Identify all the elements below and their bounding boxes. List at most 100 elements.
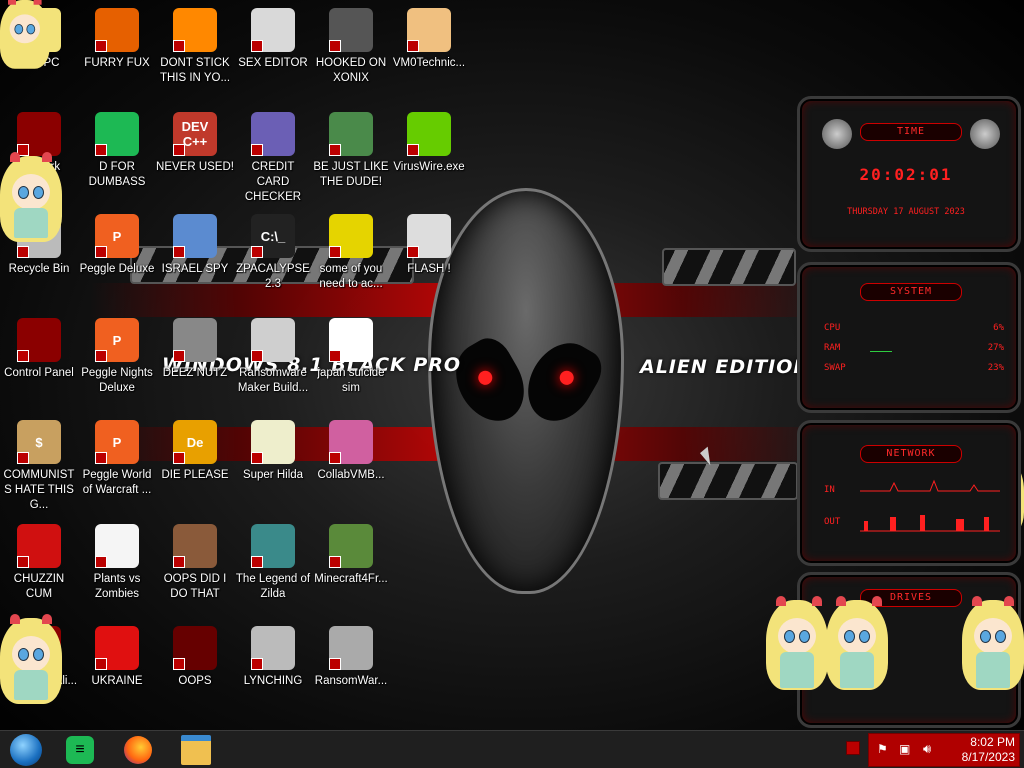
system-stat-label: RAM: [824, 343, 841, 353]
flag-icon[interactable]: ⚑: [877, 742, 888, 756]
icon-glyph-text: P: [112, 228, 122, 244]
desktop-icon[interactable]: LYNCHING: [234, 620, 312, 689]
network-icon: [17, 112, 61, 156]
desktop-icon[interactable]: DEV C++ NEVER USED!: [156, 106, 234, 175]
desktop-icon[interactable]: De DIE PLEASE: [156, 414, 234, 483]
chuzzle-icon: [17, 524, 61, 568]
desktop-icon[interactable]: D FOR DUMBASS: [78, 106, 156, 190]
alien-logo-icon: [970, 119, 1000, 149]
desktop-icon-label: Peggle Deluxe: [79, 263, 155, 275]
radiation-icon: [95, 626, 139, 670]
desktop-icon[interactable]: some of you need to ac...: [312, 208, 390, 292]
desktop-icon-label: Peggle World of Warcraft ...: [82, 469, 152, 496]
shortcut-arrow-icon: [17, 246, 29, 258]
shortcut-arrow-icon: [95, 144, 107, 156]
taskbar-clock[interactable]: 8:02 PM 8/17/2023: [962, 735, 1015, 765]
desktop-icon-label: CREDIT CARD CHECKER: [244, 161, 302, 203]
elf-icon: [329, 112, 373, 156]
desktop-icon-label: FURRY FUX: [84, 57, 150, 69]
shortcut-arrow-icon: [329, 658, 341, 670]
icon-glyph-text: P: [112, 434, 122, 450]
hazard-icon: [251, 626, 295, 670]
peggle-icon: P: [95, 420, 139, 464]
desktop-icon-label: LYNCHING: [243, 675, 303, 687]
network-out-label: OUT: [824, 517, 841, 527]
desktop-icon-label: Super Hilda: [242, 469, 304, 481]
computer-icon: [173, 626, 217, 670]
beaver-icon: [329, 214, 373, 258]
shortcut-arrow-icon: [173, 556, 185, 568]
desktop-icon[interactable]: C:\_ ZPACALYPSE 2.3: [234, 208, 312, 292]
shortcut-arrow-icon: [251, 452, 263, 464]
desktop-icon[interactable]: HOOKED ON XONIX: [312, 2, 390, 86]
star-decoration: [766, 596, 832, 720]
desktop-icon[interactable]: Plants vs Zombies: [78, 518, 156, 602]
desktop-icon[interactable]: CREDIT CARD CHECKER: [234, 106, 312, 205]
shortcut-arrow-icon: [329, 246, 341, 258]
desktop-icon[interactable]: OOPS DID I DO THAT: [156, 518, 234, 602]
devcpp-icon: DEV C++: [173, 112, 217, 156]
desktop-icon[interactable]: $ COMMUNISTS HATE THIS G...: [0, 414, 78, 513]
shortcut-arrow-icon: [251, 246, 263, 258]
firefox-icon: [124, 736, 152, 764]
desktop-icon[interactable]: CollabVMB...: [312, 414, 390, 483]
start-button[interactable]: [4, 733, 48, 767]
desktop-icon[interactable]: Minecraft4Fr...: [312, 518, 390, 587]
desktop-icon[interactable]: Super Hilda: [234, 414, 312, 483]
alien-logo-icon: [822, 119, 852, 149]
shortcut-arrow-icon: [17, 556, 29, 568]
desktop-icon-label: BE JUST LIKE THE DUDE!: [313, 161, 389, 188]
desktop-icon[interactable]: VM0Technic...: [390, 2, 468, 71]
stack-windows-icon: [173, 318, 217, 362]
desktop-icon-label: HOOKED ON XONIX: [315, 57, 387, 84]
desktop-icon[interactable]: P Peggle World of Warcraft ...: [78, 414, 156, 498]
credit-card-icon: [251, 112, 295, 156]
desktop-icon-label: Peggle Nights Deluxe: [81, 367, 153, 394]
desktop-icon[interactable]: SEX EDITOR: [234, 2, 312, 71]
desktop-icon[interactable]: P Peggle Deluxe: [78, 208, 156, 277]
taskbar-file-explorer[interactable]: [174, 733, 218, 767]
desktop-icon[interactable]: FURRY FUX: [78, 2, 156, 71]
desktop-icon[interactable]: ISRAEL SPY: [156, 208, 234, 277]
desktop-icon[interactable]: DEEZ NUTZ: [156, 312, 234, 381]
flash-icon: [407, 214, 451, 258]
desktop-icon[interactable]: japan suicide sim: [312, 312, 390, 396]
desktop-icon[interactable]: Ransomware Maker Build...: [234, 312, 312, 396]
system-stat-value: 23%: [987, 363, 1004, 373]
desktop-icon[interactable]: OOPS: [156, 620, 234, 689]
peggle-icon: P: [95, 214, 139, 258]
desktop-icon[interactable]: RansomWar...: [312, 620, 390, 689]
desktop-icon[interactable]: VirusWire.exe: [390, 106, 468, 175]
desktop-icon-label: Recycle Bin: [8, 263, 70, 275]
taskbar-spotify[interactable]: ≡: [58, 733, 102, 767]
desktop-icon[interactable]: P Peggle Nights Deluxe: [78, 312, 156, 396]
wallpaper-plate: [662, 248, 796, 286]
system-gadget[interactable]: SYSTEM CPU 6% RAM 27% SWAP 23%: [797, 262, 1021, 413]
xonix-game-icon: [329, 8, 373, 52]
pixel-hero-icon: [251, 524, 295, 568]
file-explorer-icon: [181, 735, 211, 765]
start-orb-icon: [10, 734, 42, 766]
time-gadget[interactable]: TIME 20:02:01 THURSDAY 17 AUGUST 2023: [797, 96, 1021, 252]
volume-icon[interactable]: 🔊︎: [923, 741, 931, 757]
desktop-icon[interactable]: FLASH !: [390, 208, 468, 277]
desktop-icon[interactable]: CHUZZIN CUM: [0, 518, 78, 602]
taskbar-firefox[interactable]: [116, 733, 160, 767]
network-gadget[interactable]: NETWORK IN OUT: [797, 420, 1021, 566]
desktop-icon[interactable]: Control Panel: [0, 312, 78, 381]
show-hidden-icons-icon[interactable]: [846, 741, 860, 755]
shortcut-arrow-icon: [329, 556, 341, 568]
time-gadget-title: TIME: [860, 123, 962, 141]
desktop-icon[interactable]: UKRAINE: [78, 620, 156, 689]
shortcut-arrow-icon: [173, 452, 185, 464]
shortcut-arrow-icon: [173, 40, 185, 52]
desktop-icon[interactable]: BE JUST LIKE THE DUDE!: [312, 106, 390, 190]
desktop-icon-label: DONT STICK THIS IN YO...: [159, 57, 231, 84]
peggle-icon: P: [95, 318, 139, 362]
desktop-icon[interactable]: DONT STICK THIS IN YO...: [156, 2, 234, 86]
shortcut-arrow-icon: [95, 658, 107, 670]
ram-meter: [870, 351, 892, 352]
network-status-icon[interactable]: ▣: [899, 742, 910, 756]
desktop-icon[interactable]: The Legend of Zilda: [234, 518, 312, 602]
gadget-clock: 20:02:01: [859, 165, 953, 184]
